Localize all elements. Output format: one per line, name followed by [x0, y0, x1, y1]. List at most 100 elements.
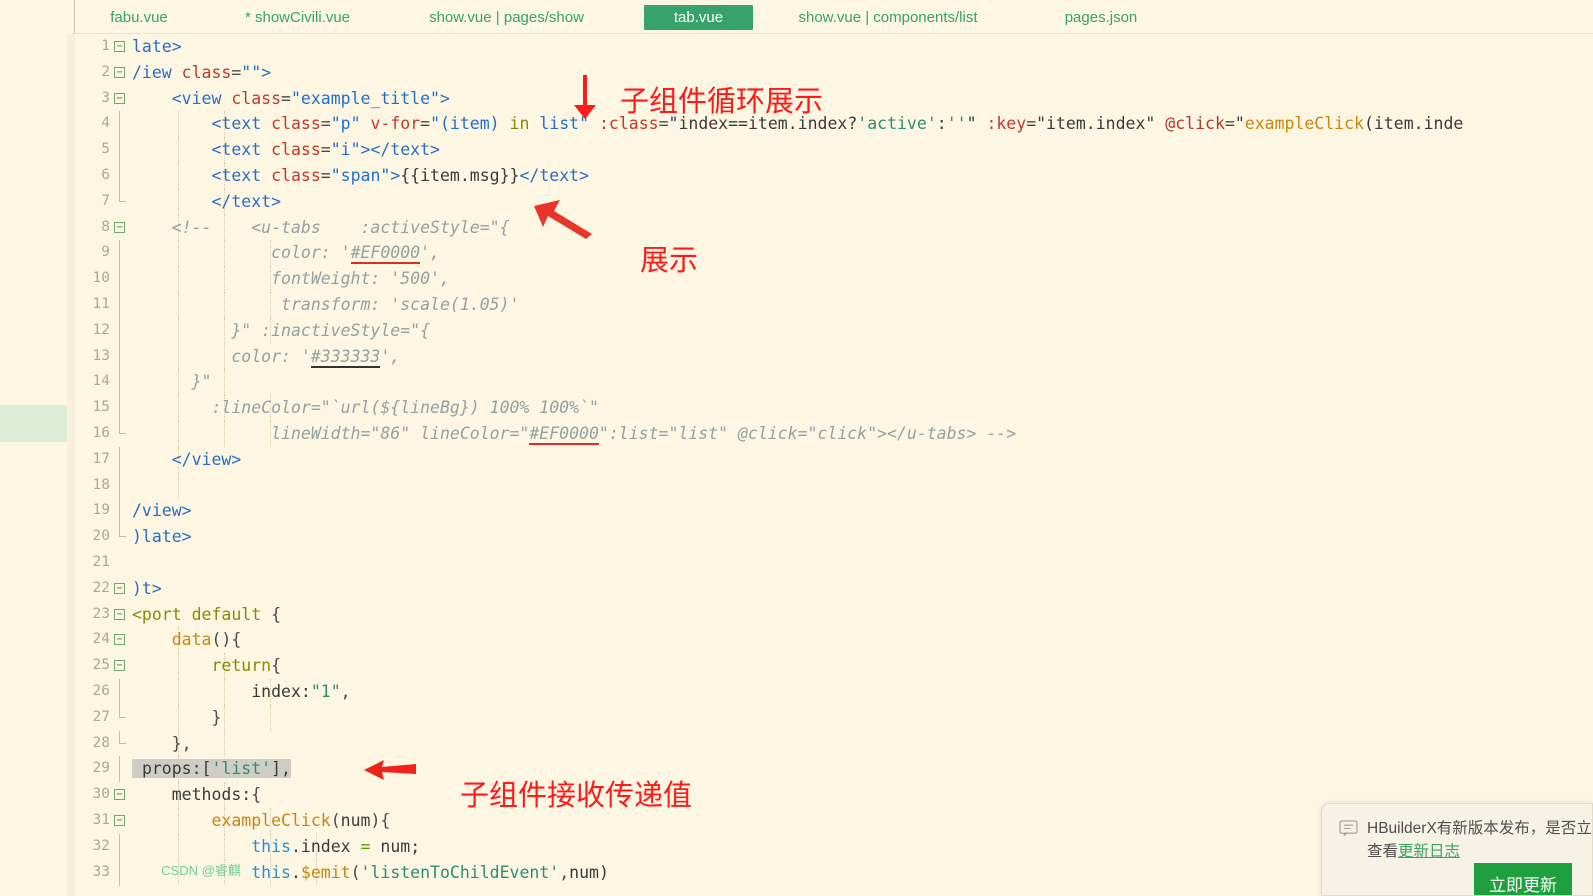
code-fold-guide: [119, 343, 120, 370]
code-line[interactable]: 9 color: '#EF0000',: [76, 240, 1593, 267]
code-line-content: <view class="example_title">: [171, 88, 450, 108]
line-number: 8: [101, 218, 110, 235]
changelog-link[interactable]: 更新日志: [1398, 843, 1460, 860]
code-line[interactable]: 24− data(){: [76, 627, 1593, 654]
code-line-content: exampleClick(num){: [211, 810, 391, 830]
code-line-content: transform: 'scale(1.05)': [281, 294, 520, 314]
annotation-child-loop-display: 子组件循环展示: [620, 86, 824, 118]
code-line[interactable]: 22−)t>: [76, 576, 1593, 602]
code-line-content: this.$emit('listenToChildEvent',num): [251, 862, 609, 882]
code-line[interactable]: 4 <text class="p" v-for="(item) in list"…: [76, 111, 1593, 138]
editor-tab-label: show.vue | components/list: [798, 9, 978, 26]
code-fold-toggle-icon[interactable]: −: [114, 608, 125, 620]
code-line-content: props:['list'],: [132, 756, 291, 782]
code-line[interactable]: 19/view>: [76, 498, 1593, 525]
code-line[interactable]: 17 </view>: [76, 446, 1593, 473]
message-bubble-icon: [1339, 820, 1358, 837]
line-number: 24: [92, 631, 110, 648]
update-now-button[interactable]: 立即更新: [1474, 863, 1572, 895]
code-line[interactable]: 5 <text class="i"></text>: [76, 137, 1593, 164]
editor-tab-label: pages.json: [1064, 9, 1138, 26]
editor-tab-0[interactable]: fabu.vue: [98, 5, 180, 30]
editor-tab-2[interactable]: show.vue | pages/show: [412, 5, 601, 30]
editor-tab-label: fabu.vue: [110, 9, 168, 26]
code-line[interactable]: 20 )late>: [76, 524, 1593, 550]
code-line[interactable]: 13 color: '#333333',: [76, 343, 1593, 370]
code-fold-toggle-icon[interactable]: −: [114, 92, 125, 104]
code-fold-toggle-icon[interactable]: −: [114, 41, 125, 52]
code-fold-toggle-icon[interactable]: −: [114, 789, 125, 801]
code-fold-end-guide: [119, 188, 126, 202]
code-line[interactable]: 16 lineWidth="86" lineColor="#EF0000":li…: [76, 420, 1593, 447]
code-line[interactable]: 18: [76, 472, 1593, 499]
annotation-child-receives-prop: 子组件接收传递值: [460, 780, 693, 812]
code-fold-toggle-icon[interactable]: −: [114, 582, 125, 594]
code-line[interactable]: 29 props:['list'],: [76, 756, 1593, 783]
code-fold-guide: [119, 137, 120, 164]
code-fold-toggle-icon[interactable]: −: [114, 66, 125, 78]
code-line[interactable]: 7 </text>: [76, 188, 1593, 215]
code-line-content: methods:{: [171, 785, 262, 805]
code-fold-toggle-icon[interactable]: −: [114, 660, 125, 672]
code-fold-end-guide: [119, 420, 126, 434]
code-fold-guide: [119, 395, 120, 422]
code-line[interactable]: 12 }" :inactiveStyle="{: [76, 317, 1593, 344]
code-line[interactable]: 8− <!-- <u-tabs :activeStyle="{: [76, 214, 1593, 241]
code-line-content: </view>: [171, 449, 242, 469]
code-fold-guide: [119, 756, 120, 783]
popup-message-line2-prefix: 查看: [1367, 843, 1399, 860]
code-fold-guide: [119, 240, 120, 267]
code-line[interactable]: 14 }": [76, 369, 1593, 396]
code-fold-end-guide: [119, 730, 126, 744]
editor-tab-3[interactable]: tab.vue: [644, 5, 753, 30]
indent-guides: [132, 704, 732, 731]
code-line[interactable]: 15 :lineColor="`url(${lineBg}) 100% 100%…: [76, 395, 1593, 422]
code-line[interactable]: 2−/iew class="">: [76, 60, 1593, 86]
left-margin-highlight-block: [0, 405, 67, 442]
code-editor-area[interactable]: 1− late> 2−/iew class=""> 3− <view class="e…: [76, 34, 1593, 896]
editor-tab-1[interactable]: * showCivili.vue: [224, 5, 371, 30]
left-margin-strip: [67, 34, 75, 896]
code-line[interactable]: 26 index:"1",: [76, 678, 1593, 705]
code-line-content: <!-- <u-tabs :activeStyle="{: [171, 217, 510, 237]
update-notification-popup[interactable]: HBuilderX有新版本发布，是否立即 查看更新日志 立即更新: [1321, 803, 1593, 896]
code-line-content: late>: [132, 37, 182, 56]
line-number: 21: [92, 553, 110, 570]
code-fold-guide: [119, 291, 120, 318]
code-line[interactable]: 27 }: [76, 704, 1593, 731]
editor-tab-5[interactable]: pages.json: [1056, 5, 1146, 30]
code-line-content: index:"1",: [251, 681, 351, 701]
editor-tab-bar: fabu.vue * showCivili.vue show.vue | pages…: [75, 0, 1593, 34]
code-line-content: }: [211, 707, 222, 727]
code-line-content: )late>: [132, 527, 192, 547]
line-number: 33: [92, 863, 110, 880]
code-line[interactable]: 23− <port default {: [76, 602, 1593, 628]
code-line[interactable]: 25− return{: [76, 653, 1593, 679]
line-number: 18: [92, 476, 110, 493]
code-line[interactable]: 6 <text class="span">{{item.msg}}</text>: [76, 162, 1593, 189]
code-line[interactable]: 10 fontWeight: '500',: [76, 266, 1593, 293]
indent-guide: [224, 369, 225, 396]
code-fold-toggle-icon[interactable]: −: [114, 634, 125, 646]
popup-message-line1: HBuilderX有新版本发布，是否立即: [1367, 820, 1593, 837]
code-fold-guide: [119, 678, 120, 705]
code-line[interactable]: 3− <view class="example_title">: [76, 86, 1593, 112]
line-number: 22: [92, 579, 110, 596]
annotation-arrow-down-icon: [574, 75, 596, 119]
code-fold-toggle-icon[interactable]: −: [114, 814, 125, 826]
code-line[interactable]: 21: [76, 550, 1593, 576]
code-line[interactable]: 11 transform: 'scale(1.05)': [76, 291, 1593, 318]
code-line-content: :lineColor="`url(${lineBg}) 100% 100%`": [211, 398, 599, 418]
line-number: 2: [101, 63, 110, 80]
code-fold-toggle-icon[interactable]: −: [114, 221, 125, 233]
code-line[interactable]: 28 },: [76, 730, 1593, 757]
code-line[interactable]: 1− late>: [76, 34, 1593, 60]
line-number: 26: [92, 682, 110, 699]
code-fold-guide: [119, 498, 120, 525]
code-line-content: fontWeight: '500',: [271, 269, 450, 289]
code-line-content: lineWidth="86" lineColor="#EF0000":list=…: [271, 423, 1017, 445]
editor-tab-4[interactable]: show.vue | components/list: [775, 5, 1001, 30]
line-number: 20: [92, 528, 110, 545]
line-number: 16: [92, 424, 110, 441]
line-number: 32: [92, 837, 110, 854]
